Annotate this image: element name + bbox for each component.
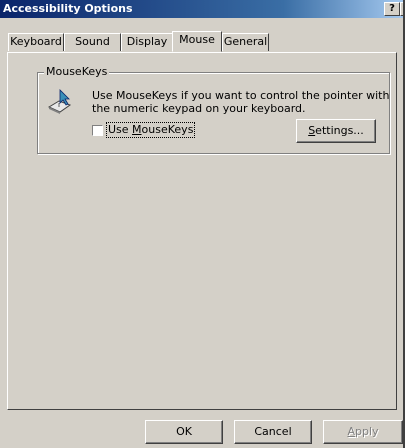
use-mousekeys-label-rest: ouseKeys <box>141 123 194 136</box>
window-title: Accessibility Options <box>3 2 133 15</box>
cancel-button-label: Cancel <box>254 425 292 438</box>
tab-mouse[interactable]: Mouse <box>172 31 222 52</box>
ok-button-label: OK <box>176 425 192 438</box>
tab-keyboard[interactable]: Keyboard <box>8 33 64 51</box>
accessibility-options-window: Accessibility Options ? × Keyboard Sound… <box>0 0 405 448</box>
tab-sound[interactable]: Sound <box>64 33 121 51</box>
apply-label-rest: pply <box>355 425 379 438</box>
description-line-1: Use MouseKeys if you want to control the… <box>92 89 390 102</box>
settings-button[interactable]: Settings... <box>296 119 376 143</box>
mouse-pointer-icon <box>47 89 72 114</box>
title-bar[interactable]: Accessibility Options ? × <box>0 0 403 18</box>
mousekeys-group-label: MouseKeys <box>44 65 110 78</box>
tab-display-label: Display <box>126 35 168 48</box>
settings-label-rest: ettings... <box>315 124 364 137</box>
apply-button[interactable]: Apply <box>323 420 403 444</box>
tab-display[interactable]: Display <box>121 33 173 51</box>
mousekeys-description: Use MouseKeys if you want to control the… <box>92 89 392 115</box>
settings-button-label: Settings... <box>308 124 364 137</box>
apply-accel: A <box>347 425 355 438</box>
use-mousekeys-label-prefix: Use <box>108 123 133 136</box>
tab-sound-label: Sound <box>75 35 110 48</box>
tab-keyboard-label: Keyboard <box>10 35 62 48</box>
ok-button[interactable]: OK <box>145 420 223 444</box>
cancel-button[interactable]: Cancel <box>234 420 312 444</box>
tab-mouse-label: Mouse <box>179 33 215 46</box>
help-icon: ? <box>389 3 395 14</box>
tab-general[interactable]: General <box>222 33 269 51</box>
help-button[interactable]: ? <box>384 2 400 16</box>
use-mousekeys-label[interactable]: Use MouseKeys <box>106 122 196 138</box>
close-button[interactable]: × <box>400 2 403 16</box>
use-mousekeys-checkbox[interactable] <box>92 125 103 136</box>
apply-button-label: Apply <box>347 425 378 438</box>
use-mousekeys-accel: M <box>132 123 142 136</box>
description-line-2: the numeric keypad on your keyboard. <box>92 102 306 115</box>
tab-general-label: General <box>223 35 268 48</box>
